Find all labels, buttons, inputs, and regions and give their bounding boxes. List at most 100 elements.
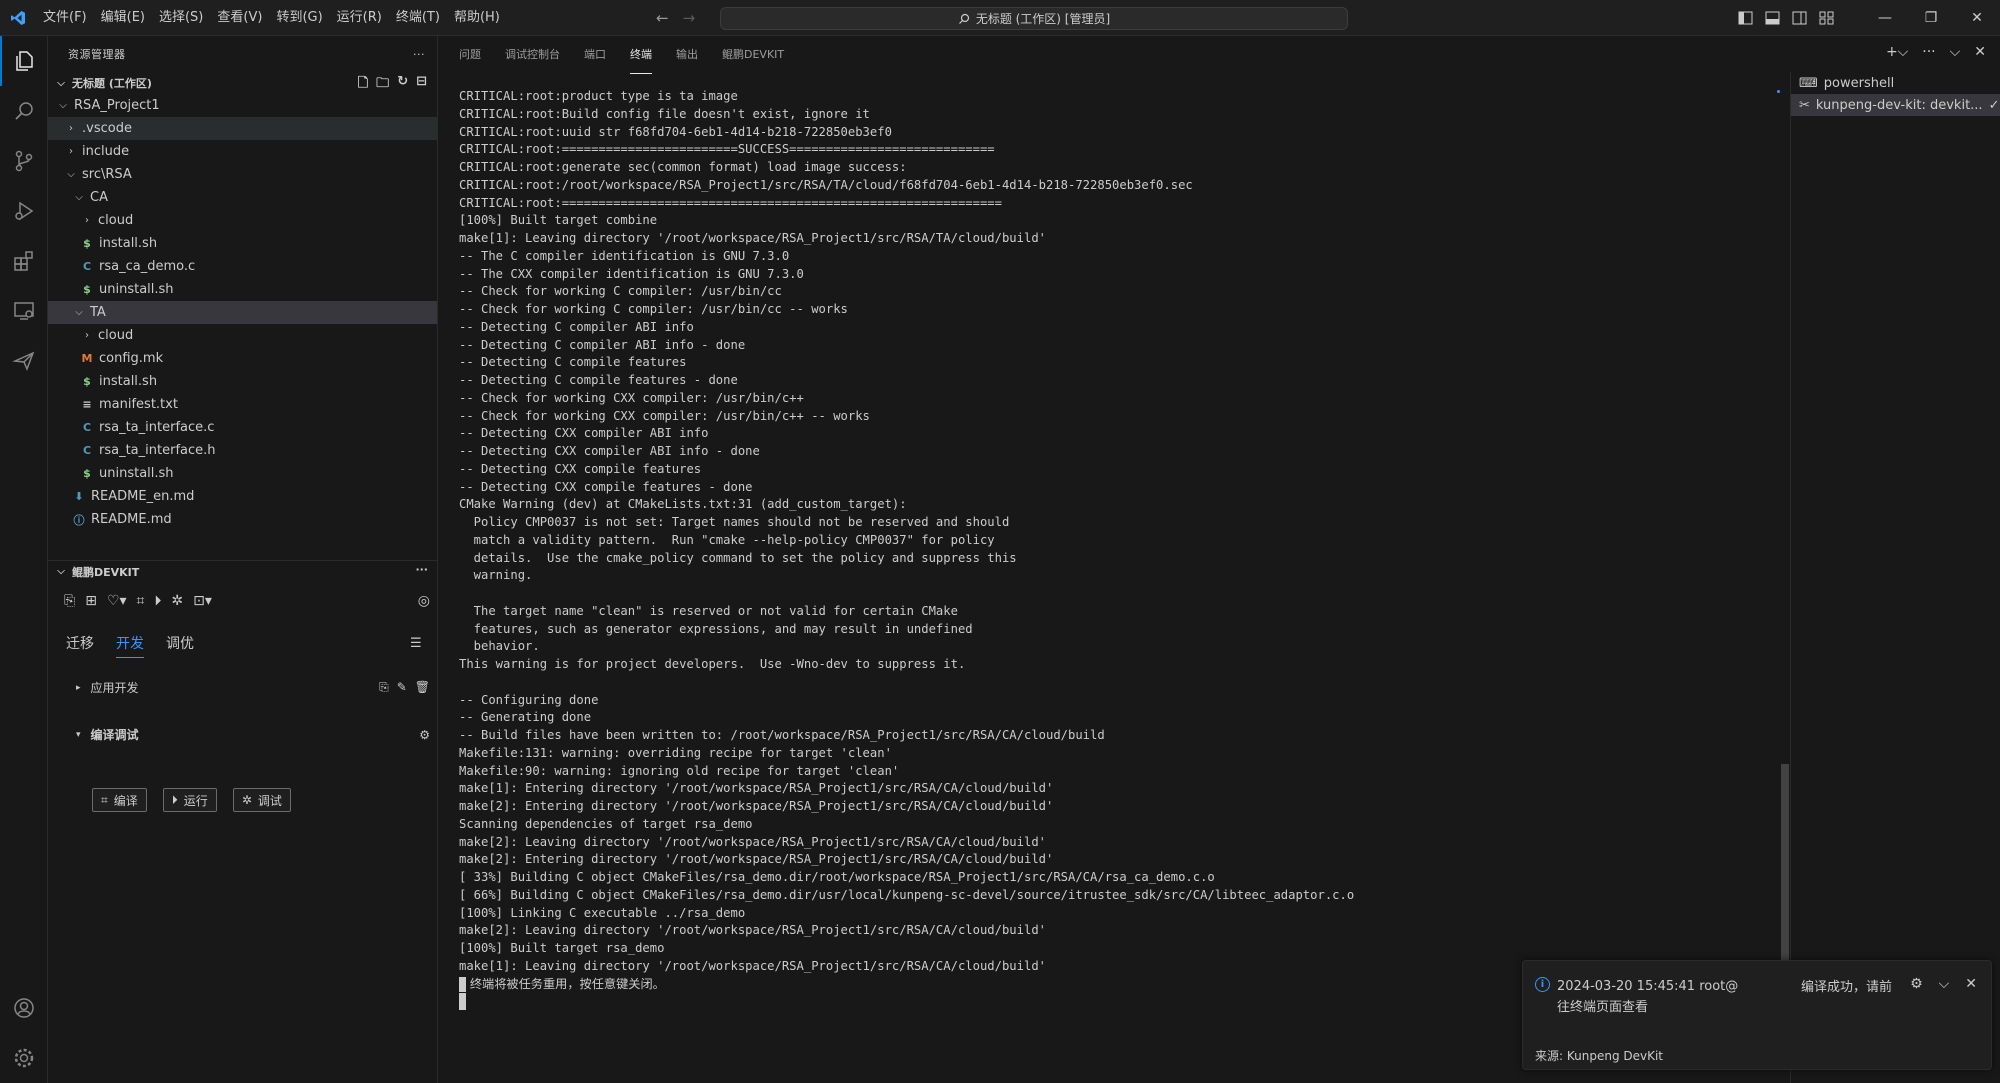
menu-go[interactable]: 转到(G): [269, 0, 329, 36]
terminal-item-devkit[interactable]: ✂ kunpeng-dev-kit: devkit... ✓: [1791, 94, 2000, 116]
kunpeng-devkit-icon[interactable]: [0, 336, 48, 386]
tab-migrate[interactable]: 迁移: [66, 633, 94, 658]
source-control-icon[interactable]: [0, 136, 48, 186]
tree-item[interactable]: ⌵ CA: [48, 186, 437, 209]
debug-button[interactable]: ✲ 调试: [232, 788, 291, 812]
accounts-icon[interactable]: [0, 983, 48, 1033]
info-icon: i: [1535, 977, 1550, 992]
tree-item[interactable]: › .vscode: [48, 117, 437, 140]
customize-layout-icon[interactable]: [1819, 11, 1834, 25]
close-icon[interactable]: ✕: [1965, 976, 1977, 992]
chevron-down-icon[interactable]: ⌵: [1939, 976, 1950, 992]
back-arrow-icon[interactable]: ←: [656, 9, 669, 27]
new-folder-icon[interactable]: 🗀: [376, 74, 389, 96]
chevron-down-icon: ⌵: [59, 100, 67, 111]
code-check-icon[interactable]: ⌗: [137, 593, 145, 609]
minimize-button[interactable]: —: [1862, 0, 1908, 36]
menu-edit[interactable]: 编辑(E): [94, 0, 152, 36]
delete-icon[interactable]: 🗑: [415, 680, 430, 695]
explorer-icon[interactable]: [0, 36, 48, 86]
menu-selection[interactable]: 选择(S): [152, 0, 210, 36]
menu-help[interactable]: 帮助(H): [447, 0, 507, 36]
terminal-line: warning.: [459, 568, 533, 583]
new-project-icon[interactable]: ⎘: [64, 593, 75, 609]
tab-ports[interactable]: 端口: [584, 36, 606, 74]
close-panel-icon[interactable]: ✕: [1974, 44, 1986, 60]
tree-item[interactable]: $ uninstall.sh: [48, 462, 437, 485]
tab-kunpeng-devkit[interactable]: 鲲鹏DEVKIT: [722, 36, 784, 74]
run-icon[interactable]: ⏵: [154, 593, 161, 609]
extensions-icon[interactable]: [0, 236, 48, 286]
remote-explorer-icon[interactable]: [0, 286, 48, 336]
menu-terminal[interactable]: 终端(T): [389, 0, 447, 36]
run-debug-icon[interactable]: [0, 186, 48, 236]
health-check-icon[interactable]: ♡▾: [107, 593, 127, 609]
toggle-primary-sidebar-icon[interactable]: [1738, 11, 1753, 25]
tree-item[interactable]: › cloud: [48, 209, 437, 232]
tree-item[interactable]: Crsa_ta_interface.c: [48, 416, 437, 439]
debug-bug-icon[interactable]: ✲: [171, 593, 183, 609]
forward-arrow-icon[interactable]: →: [683, 9, 696, 27]
tree-item[interactable]: Mconfig.mk: [48, 347, 437, 370]
devkit-section-header[interactable]: ⌵ 鲲鹏DEVKIT ···: [48, 560, 438, 582]
tree-item[interactable]: ⌵ RSA_Project1: [48, 94, 437, 117]
tab-terminal[interactable]: 终端: [630, 36, 652, 74]
collapse-all-icon[interactable]: ⊟: [416, 74, 427, 96]
tree-item[interactable]: ⌵ TA: [48, 301, 437, 324]
terminal-output[interactable]: CRITICAL:root:product type is ta image CR…: [459, 88, 1779, 1048]
tree-item[interactable]: Crsa_ca_demo.c: [48, 255, 437, 278]
tab-develop[interactable]: 开发: [116, 633, 144, 658]
tree-item[interactable]: Crsa_ta_interface.h: [48, 439, 437, 462]
edit-app-icon[interactable]: ✎: [397, 680, 407, 695]
search-icon[interactable]: [0, 86, 48, 136]
tree-item[interactable]: ≡ manifest.txt: [48, 393, 437, 416]
build-debug-section[interactable]: ▾ 编译调试 ⚙: [76, 726, 430, 743]
tab-output[interactable]: 输出: [676, 36, 698, 74]
terminal-name: kunpeng-dev-kit: devkit...: [1815, 97, 1983, 113]
command-center[interactable]: 无标题 (工作区) [管理员]: [720, 7, 1348, 30]
tree-item[interactable]: ⬇ README_en.md: [48, 485, 437, 508]
more-actions-icon[interactable]: ···: [1922, 44, 1935, 60]
more-actions-icon[interactable]: ···: [413, 48, 425, 61]
manage-gear-icon[interactable]: [0, 1033, 48, 1083]
tab-problems[interactable]: 问题: [459, 36, 481, 74]
devkit-toolbar: ⎘ ⊞ ♡▾ ⌗ ⏵ ✲ ⊡▾ ◎: [64, 589, 430, 613]
tree-item[interactable]: $ uninstall.sh: [48, 278, 437, 301]
maximize-panel-icon[interactable]: ⌵: [1950, 44, 1961, 60]
account-icon[interactable]: ◎: [418, 593, 430, 609]
toggle-secondary-sidebar-icon[interactable]: [1792, 11, 1807, 25]
new-app-icon[interactable]: ⎘: [379, 680, 389, 695]
remote-icon[interactable]: ⊡▾: [193, 593, 212, 609]
terminal-line: -- Check for working CXX compiler: /usr/…: [459, 408, 870, 423]
tree-item[interactable]: › cloud: [48, 324, 437, 347]
new-file-icon[interactable]: 🗋: [358, 74, 368, 96]
app-dev-section[interactable]: ▸ 应用开发 ⎘ ✎ 🗑: [76, 679, 430, 696]
tab-tune[interactable]: 调优: [166, 633, 194, 658]
tree-item[interactable]: › include: [48, 140, 437, 163]
build-button[interactable]: ⌗ 编译: [92, 788, 147, 812]
settings-gear-icon[interactable]: ⚙: [419, 728, 430, 742]
more-actions-icon[interactable]: ···: [415, 563, 428, 576]
workspace-header[interactable]: ⌵ 无标题 (工作区) 🗋 🗀 ↻ ⊟: [48, 72, 437, 94]
close-window-button[interactable]: ✕: [1954, 0, 2000, 36]
list-view-icon[interactable]: ☰: [410, 636, 422, 651]
menu-file[interactable]: 文件(F): [36, 0, 94, 36]
tab-debug-console[interactable]: 调试控制台: [505, 36, 560, 74]
terminal-item-powershell[interactable]: ⌨ powershell: [1791, 72, 2000, 94]
menu-run[interactable]: 运行(R): [330, 0, 389, 36]
new-terminal-icon[interactable]: +⌵: [1886, 44, 1908, 60]
c-file-icon: C: [82, 421, 92, 434]
tree-item[interactable]: ⌵ src\RSA: [48, 163, 437, 186]
restore-button[interactable]: ❐: [1908, 0, 1954, 36]
info-file-icon: ⓘ: [73, 513, 85, 527]
import-project-icon[interactable]: ⊞: [85, 593, 97, 609]
tree-item[interactable]: ⓘ README.md: [48, 508, 437, 531]
text-file-icon: ≡: [82, 398, 92, 411]
toggle-panel-icon[interactable]: [1765, 11, 1780, 25]
refresh-icon[interactable]: ↻: [397, 74, 408, 96]
run-button[interactable]: ⏵ 运行: [162, 788, 217, 812]
tree-item[interactable]: $ install.sh: [48, 232, 437, 255]
tree-item[interactable]: $ install.sh: [48, 370, 437, 393]
settings-gear-icon[interactable]: ⚙: [1910, 976, 1923, 992]
menu-view[interactable]: 查看(V): [210, 0, 269, 36]
